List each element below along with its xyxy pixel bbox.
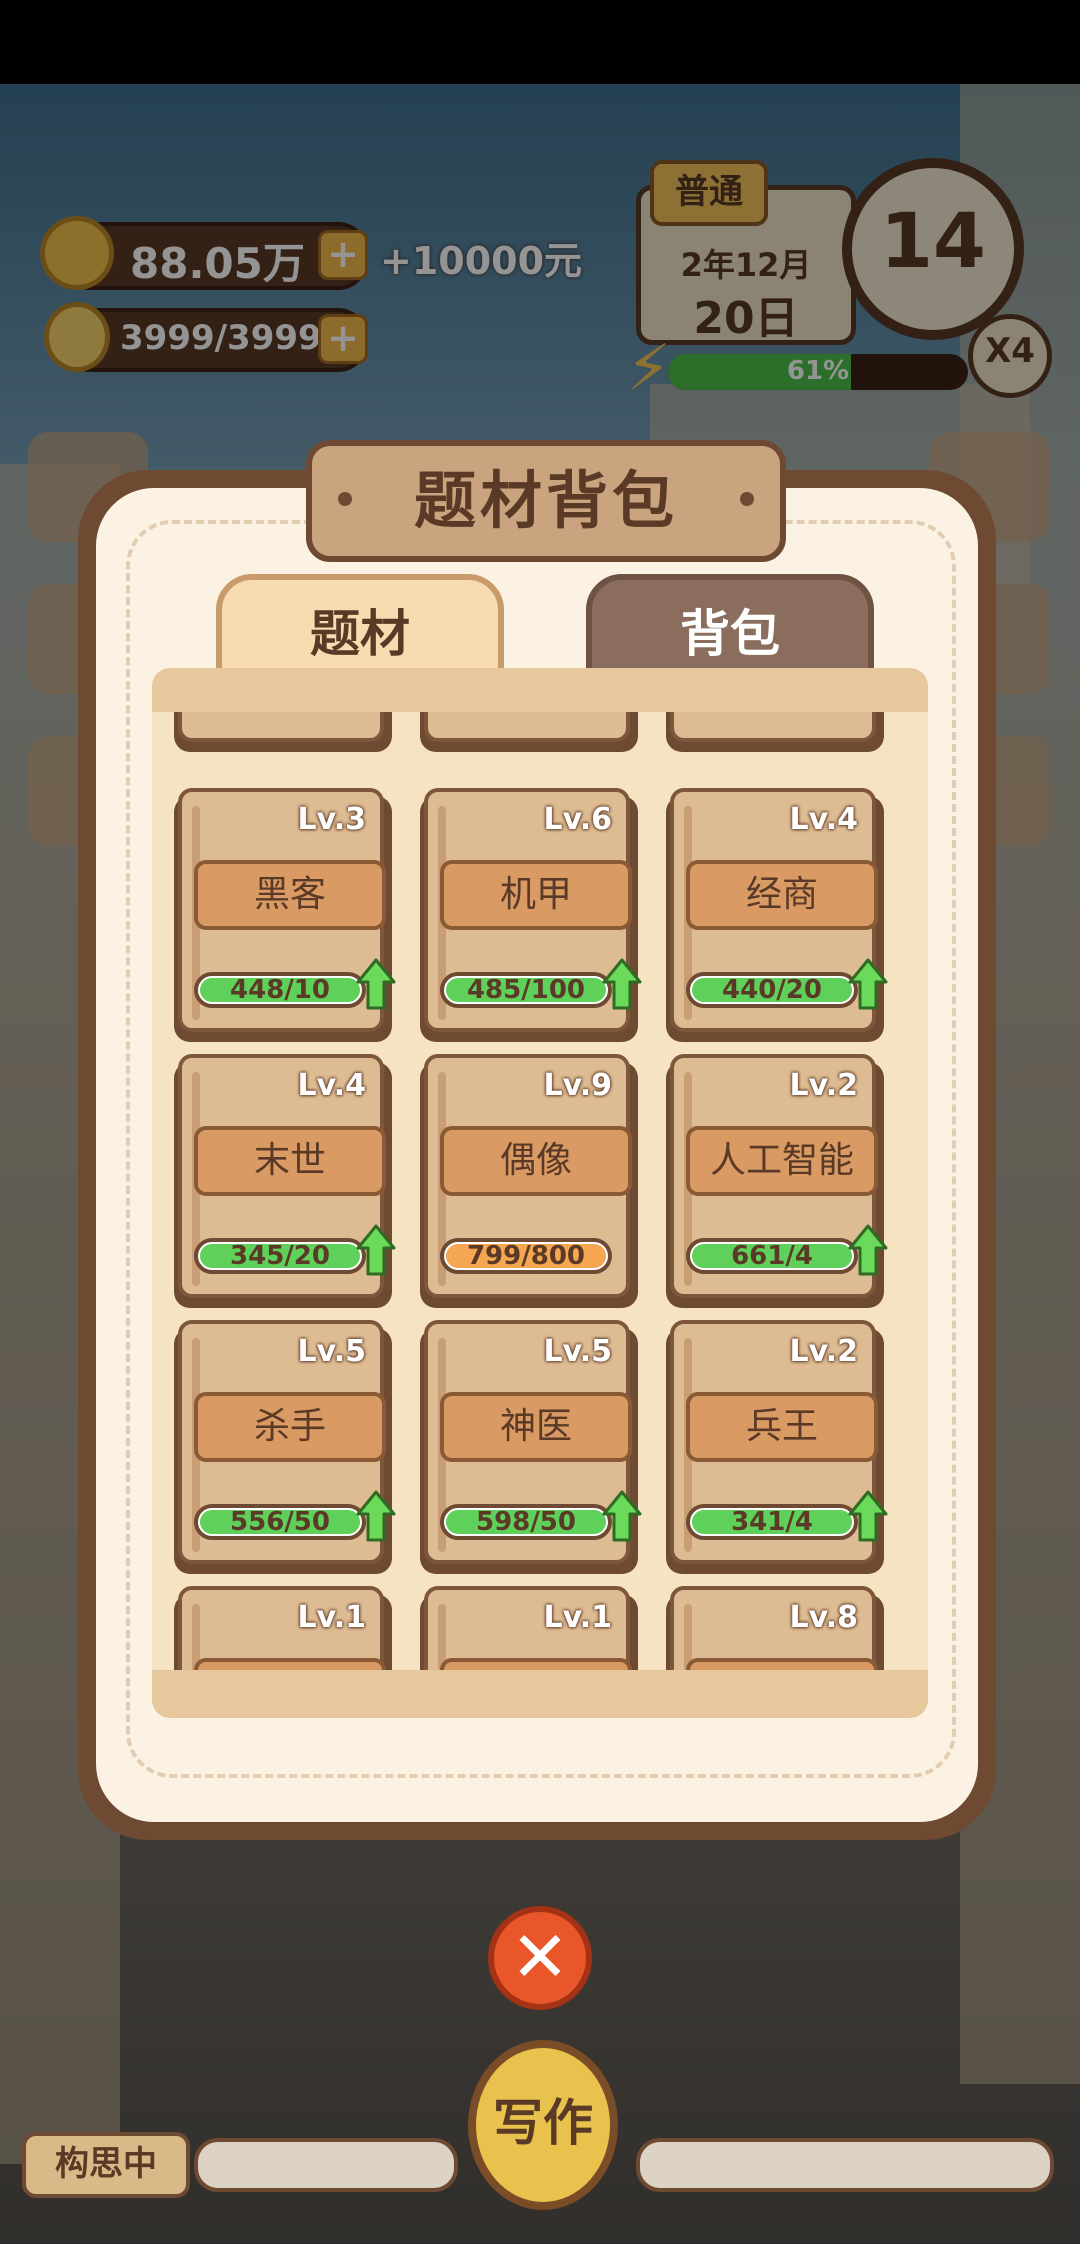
book-level: Lv.2 — [789, 1334, 859, 1369]
topic-book[interactable]: Lv.5 杀手 556/50 — [174, 1320, 396, 1574]
book-cover: Lv.1 — [178, 1586, 386, 1670]
upgrade-arrow-icon[interactable] — [848, 1490, 888, 1542]
book-progress-text: 485/100 — [466, 975, 586, 1005]
topic-book[interactable]: Lv.2 兵王 341/4 — [666, 1320, 888, 1574]
book-progress-bar: 448/10 — [194, 972, 366, 1008]
topic-book-clipped — [666, 712, 884, 752]
book-progress-text: 448/10 — [230, 975, 330, 1005]
book-topic-name — [686, 1658, 878, 1670]
book-level: Lv.5 — [543, 1334, 613, 1369]
book-level: Lv.2 — [789, 1068, 859, 1103]
upgrade-arrow-icon[interactable] — [602, 958, 642, 1010]
book-topic-name: 神医 — [440, 1392, 632, 1462]
book-level: Lv.1 — [297, 1600, 367, 1635]
topic-book[interactable]: Lv.6 机甲 485/100 — [420, 788, 642, 1042]
book-topic-name: 人工智能 — [686, 1126, 878, 1196]
book-progress-bar: 341/4 — [686, 1504, 858, 1540]
book-level: Lv.4 — [297, 1068, 367, 1103]
book-topic-name: 黑客 — [194, 860, 386, 930]
topic-book-clipped — [174, 712, 392, 752]
upgrade-arrow-icon[interactable] — [356, 1490, 396, 1542]
upgrade-arrow-icon[interactable] — [848, 958, 888, 1010]
upgrade-arrow-icon[interactable] — [356, 1224, 396, 1276]
book-cover: Lv.5 神医 598/50 — [424, 1320, 642, 1564]
book-progress-bar: 345/20 — [194, 1238, 366, 1274]
book-progress-text: 799/800 — [466, 1241, 586, 1271]
book-topic-name: 机甲 — [440, 860, 632, 930]
upgrade-arrow-icon[interactable] — [848, 1224, 888, 1276]
topic-book[interactable]: Lv.9 偶像 799/800 — [420, 1054, 638, 1308]
topic-book[interactable]: Lv.4 末世 345/20 — [174, 1054, 396, 1308]
book-cover: Lv.2 人工智能 661/4 — [670, 1054, 888, 1298]
book-progress-bar: 485/100 — [440, 972, 612, 1008]
book-level: Lv.9 — [543, 1068, 613, 1103]
topic-book-list[interactable]: Lv.3 黑客 448/10 Lv.6 机甲 485/100 Lv.4 经商 440/20 Lv.… — [152, 712, 928, 1670]
book-topic-name: 经商 — [686, 860, 878, 930]
book-level: Lv.3 — [297, 802, 367, 837]
book-topic-name: 偶像 — [440, 1126, 632, 1196]
book-topic-name: 杀手 — [194, 1392, 386, 1462]
book-cover: Lv.9 偶像 799/800 — [424, 1054, 632, 1298]
book-level: Lv.8 — [789, 1600, 859, 1635]
topic-book[interactable]: Lv.4 经商 440/20 — [666, 788, 888, 1042]
topic-book-clipped — [420, 712, 638, 752]
book-topic-name: 兵王 — [686, 1392, 878, 1462]
book-progress-bar: 799/800 — [440, 1238, 612, 1274]
progress-track-right — [636, 2138, 1054, 2192]
book-cover: Lv.5 杀手 556/50 — [178, 1320, 396, 1564]
book-progress-text: 598/50 — [476, 1507, 576, 1537]
book-progress-bar: 598/50 — [440, 1504, 612, 1540]
book-level: Lv.5 — [297, 1334, 367, 1369]
book-cover: Lv.1 — [424, 1586, 632, 1670]
topic-book[interactable]: Lv.8 — [666, 1586, 884, 1670]
book-progress-bar: 440/20 — [686, 972, 858, 1008]
book-level: Lv.4 — [789, 802, 859, 837]
shelf-bottom — [152, 1670, 928, 1718]
topic-book[interactable]: Lv.3 黑客 448/10 — [174, 788, 396, 1042]
shelf-top — [152, 668, 928, 712]
book-level: Lv.1 — [543, 1600, 613, 1635]
close-button[interactable]: ✕ — [488, 1906, 592, 2010]
book-cover: Lv.8 — [670, 1586, 878, 1670]
book-progress-text: 661/4 — [731, 1241, 813, 1271]
book-topic-name — [440, 1658, 632, 1670]
book-cover: Lv.6 机甲 485/100 — [424, 788, 642, 1032]
upgrade-arrow-icon[interactable] — [602, 1490, 642, 1542]
topic-book[interactable]: Lv.2 人工智能 661/4 — [666, 1054, 888, 1308]
topic-book[interactable]: Lv.1 — [174, 1586, 392, 1670]
modal-title: 题材背包 — [306, 440, 786, 562]
book-progress-text: 440/20 — [722, 975, 822, 1005]
book-progress-bar: 556/50 — [194, 1504, 366, 1540]
book-progress-bar: 661/4 — [686, 1238, 858, 1274]
upgrade-arrow-icon[interactable] — [356, 958, 396, 1010]
book-cover: Lv.4 经商 440/20 — [670, 788, 888, 1032]
status-bar — [0, 0, 1080, 84]
book-level: Lv.6 — [543, 802, 613, 837]
topic-book[interactable]: Lv.5 神医 598/50 — [420, 1320, 642, 1574]
book-progress-text: 345/20 — [230, 1241, 330, 1271]
topic-book[interactable]: Lv.1 — [420, 1586, 638, 1670]
book-cover: Lv.2 兵王 341/4 — [670, 1320, 888, 1564]
book-progress-text: 341/4 — [731, 1507, 813, 1537]
book-topic-name — [194, 1658, 386, 1670]
book-progress-text: 556/50 — [230, 1507, 330, 1537]
book-topic-name: 末世 — [194, 1126, 386, 1196]
progress-track-left — [194, 2138, 458, 2192]
status-label: 构思中 — [22, 2132, 190, 2198]
write-button[interactable]: 写作 — [468, 2040, 618, 2210]
book-cover: Lv.3 黑客 448/10 — [178, 788, 396, 1032]
book-cover: Lv.4 末世 345/20 — [178, 1054, 396, 1298]
